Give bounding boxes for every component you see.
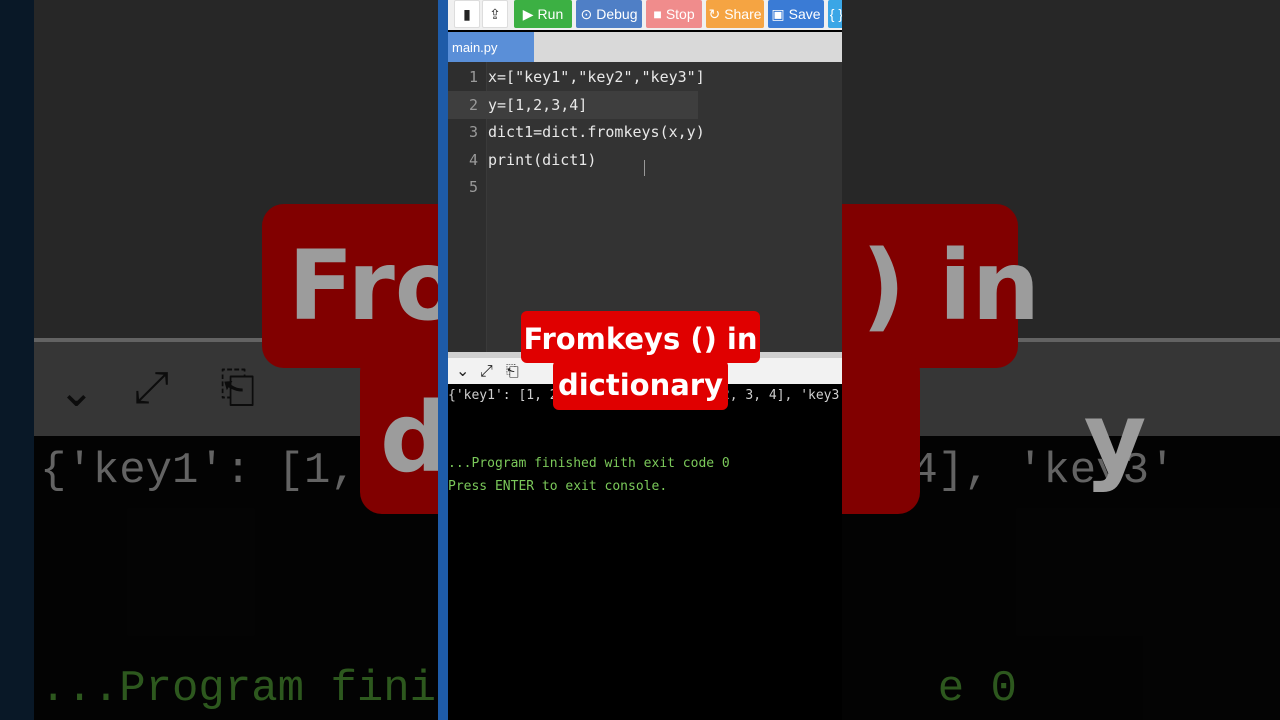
caption-line-1: Fromkeys () in [523,322,758,356]
share-label: Share [724,6,762,22]
line-number: 5 [468,178,478,196]
top-toolbar: ▮ ⇪ ▶ Run ⊙ Debug ■ Stop ↻ Share ▣ Save … [448,0,842,30]
file-tab-bar: main.py [448,32,842,62]
beautify-button[interactable]: { } B [828,0,842,28]
panel-left-border [438,0,448,720]
stop-label: Stop [665,6,695,22]
expand-icon[interactable]: ⤢ [480,361,493,381]
save-label: Save [788,6,821,22]
console-output-area[interactable]: {'key1': [1, 2, 3, 4], 'key2': [1, 2, 3,… [448,384,842,720]
stop-button[interactable]: ■ Stop [646,0,702,28]
line-number: 4 [468,151,478,169]
line-number: 3 [468,123,478,141]
chevron-down-icon[interactable]: ⌄ [456,361,469,380]
run-label: Run [537,6,564,22]
line-number: 1 [468,68,478,86]
caption-line-2: dictionary [557,368,724,402]
beautify-label: { } B [829,6,842,22]
file-icon: ▮ [463,5,471,22]
save-button[interactable]: ▣ Save [768,0,824,28]
clear-console-icon[interactable]: ⎗ [506,361,519,381]
floppy-icon: ▣ [771,5,785,22]
debug-icon: ⊙ [580,5,593,22]
code-line: x=["key1","key2","key3"] [488,68,705,86]
debug-button[interactable]: ⊙ Debug [576,0,642,28]
stop-icon: ■ [653,6,662,22]
new-file-button[interactable]: ▮ [454,0,480,28]
upload-button[interactable]: ⇪ [482,0,508,28]
code-line: dict1=dict.fromkeys(x,y) [488,123,705,141]
share-icon: ↻ [708,5,721,22]
run-button[interactable]: ▶ Run [514,0,572,28]
debug-label: Debug [596,6,638,22]
upload-icon: ⇪ [489,5,501,22]
play-icon: ▶ [522,5,534,22]
line-number: 2 [468,96,478,114]
share-button[interactable]: ↻ Share [706,0,764,28]
console-press-enter-line: Press ENTER to exit console. [448,479,668,494]
tab-label: main.py [452,39,498,55]
tab-main-py[interactable]: main.py [448,32,534,62]
code-editor[interactable]: 1 2 3 4 5 x=["key1","key2","key3"] y=[1,… [448,62,842,352]
code-line: print(dict1) [488,151,597,169]
console-finished-line: ...Program finished with exit code 0 [448,456,730,471]
text-cursor-icon [644,160,645,176]
code-line: y=[1,2,3,4] [488,96,588,114]
